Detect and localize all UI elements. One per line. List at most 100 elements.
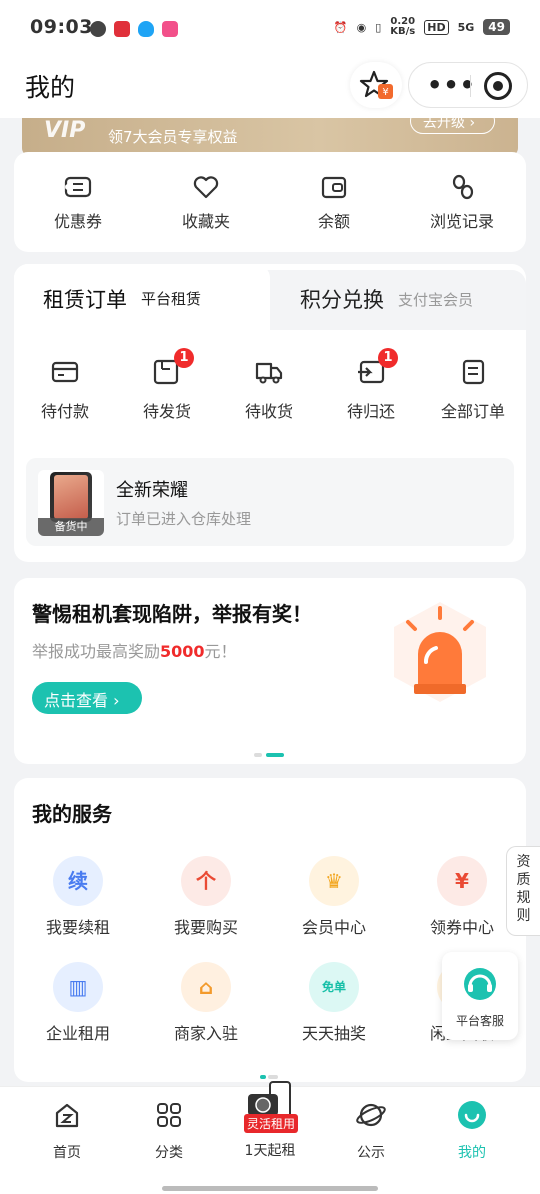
planet-icon bbox=[356, 1103, 386, 1127]
order-status-pending-payment[interactable]: 待付款 bbox=[14, 356, 116, 422]
favorite-button[interactable]: ¥ bbox=[350, 62, 402, 108]
carousel-indicator bbox=[254, 742, 288, 761]
service-icon: ¥ bbox=[437, 856, 487, 906]
promo-sub-prefix: 举报成功最高奖励 bbox=[32, 642, 161, 661]
qualification-rules-label: 资质规则 bbox=[516, 854, 531, 924]
service-item[interactable]: 续我要续租 bbox=[14, 856, 142, 938]
service-label: 天天抽奖 bbox=[301, 1024, 366, 1043]
tab-points-title: 积分兑换 bbox=[300, 288, 384, 312]
capsule-divider bbox=[470, 75, 471, 97]
service-glyph: 个 bbox=[196, 869, 216, 893]
order-status-pending-return[interactable]: 1 待归还 bbox=[320, 348, 422, 422]
promo-subtitle: 举报成功最高奖励5000元！ bbox=[32, 638, 237, 662]
services-title: 我的服务 bbox=[32, 802, 112, 826]
battery-icon: 49 bbox=[483, 19, 510, 35]
quick-link-favorites[interactable]: 收藏夹 bbox=[142, 172, 270, 232]
promo-amount: 5000 bbox=[160, 642, 205, 661]
mini-app-capsule: ••• bbox=[408, 62, 528, 108]
net-speed-unit: KB/s bbox=[390, 26, 416, 37]
tab-mine[interactable]: 我的 bbox=[422, 1100, 522, 1162]
alarm-icon bbox=[386, 602, 494, 702]
quick-link-balance[interactable]: 余额 bbox=[270, 172, 398, 232]
footprint-icon bbox=[398, 172, 526, 202]
service-label: 企业租用 bbox=[45, 1024, 110, 1043]
home-indicator bbox=[162, 1186, 378, 1191]
customer-service-button[interactable]: 平台客服 bbox=[442, 952, 518, 1040]
signal-icon: 5G bbox=[457, 20, 475, 34]
order-status-label: 待付款 bbox=[40, 402, 89, 421]
service-glyph: 免单 bbox=[321, 980, 346, 994]
heart-icon bbox=[142, 172, 270, 202]
member-banner[interactable]: VIP 领7大会员专享权益 去升级 › bbox=[22, 118, 518, 156]
quick-link-coupon[interactable]: 优惠券 bbox=[14, 172, 142, 232]
product-thumbnail: 备货中 bbox=[38, 470, 104, 536]
order-status-label: 待归还 bbox=[346, 402, 395, 421]
order-status-label: 全部订单 bbox=[440, 402, 505, 421]
upgrade-button[interactable]: 去升级 › bbox=[410, 118, 495, 134]
service-icon: ♛ bbox=[309, 856, 359, 906]
order-badge: 1 bbox=[378, 348, 398, 368]
alarm-icon: ⏰ bbox=[333, 20, 348, 34]
service-item[interactable]: ⌂ 商家入驻 bbox=[142, 962, 270, 1044]
tab-rental-title: 租赁订单 bbox=[43, 288, 127, 312]
phone-screen bbox=[54, 475, 88, 519]
hd-badge: HD bbox=[424, 19, 449, 35]
tab-rental-subtitle: 平台租赁 bbox=[141, 290, 202, 308]
vibrate-icon: ▯ bbox=[375, 20, 382, 34]
promo-card[interactable]: 警惕租机套现陷阱，举报有奖！ 举报成功最高奖励5000元！ 点击查看 › bbox=[14, 578, 526, 764]
card-icon bbox=[14, 356, 116, 388]
order-status-pending-shipment[interactable]: 1 待发货 bbox=[116, 348, 218, 422]
order-status-text: 订单已进入仓库处理 bbox=[116, 510, 252, 528]
truck-icon bbox=[218, 356, 320, 388]
list-icon bbox=[422, 356, 524, 388]
more-icon[interactable]: ••• bbox=[427, 71, 476, 99]
service-glyph: ¥ bbox=[455, 869, 469, 893]
tab-label: 我的 bbox=[458, 1145, 486, 1161]
message-icon bbox=[90, 21, 106, 37]
service-icon: 续 bbox=[53, 856, 103, 906]
order-badge: 1 bbox=[174, 348, 194, 368]
tab-flexible-rent[interactable]: 灵活租用 1天起租 bbox=[220, 1080, 320, 1160]
close-miniapp-icon[interactable] bbox=[484, 72, 512, 100]
return-icon: 1 bbox=[320, 348, 422, 388]
svg-text:¥: ¥ bbox=[382, 87, 388, 98]
tab-public[interactable]: 公示 bbox=[321, 1100, 421, 1162]
box-icon: 1 bbox=[116, 348, 218, 388]
service-label: 会员中心 bbox=[301, 918, 366, 937]
qq-icon bbox=[138, 21, 154, 37]
quick-link-history[interactable]: 浏览记录 bbox=[398, 172, 526, 232]
service-icon: 个 bbox=[181, 856, 231, 906]
grid-icon bbox=[157, 1103, 181, 1127]
tab-label: 1天起租 bbox=[244, 1143, 296, 1159]
star-icon: ¥ bbox=[359, 70, 393, 99]
service-icon: ⌂ bbox=[181, 962, 231, 1012]
order-status-pending-receipt[interactable]: 待收货 bbox=[218, 356, 320, 422]
status-bar: 09:03 ⏰ ◉ ▯ 0.20 KB/s HD 5G 49 bbox=[0, 0, 540, 56]
promo-title: 警惕租机套现陷阱，举报有奖！ bbox=[32, 602, 312, 626]
order-status-all[interactable]: 全部订单 bbox=[422, 356, 524, 422]
latest-order[interactable]: 备货中 全新荣耀 订单已进入仓库处理 bbox=[26, 458, 514, 546]
tab-category[interactable]: 分类 bbox=[119, 1100, 219, 1162]
service-item[interactable]: ▥ 企业租用 bbox=[14, 962, 142, 1044]
order-tag: 备货中 bbox=[38, 518, 104, 536]
vip-logo: VIP bbox=[44, 118, 86, 143]
quick-link-label: 收藏夹 bbox=[181, 212, 230, 231]
order-status-label: 待收货 bbox=[244, 402, 293, 421]
service-item[interactable]: ♛ 会员中心 bbox=[270, 856, 398, 938]
tab-home[interactable]: 首页 bbox=[17, 1100, 117, 1162]
quick-links: 优惠券 收藏夹 余额 浏览记录 bbox=[14, 152, 526, 252]
promo-view-button[interactable]: 点击查看 › bbox=[32, 682, 142, 714]
app-icon bbox=[162, 21, 178, 37]
notification-icons bbox=[90, 20, 178, 38]
order-status-label: 待发货 bbox=[142, 402, 191, 421]
qualification-rules-tab[interactable]: 资质规则 bbox=[506, 846, 540, 936]
tab-label: 分类 bbox=[155, 1145, 183, 1161]
service-label: 我要续租 bbox=[45, 918, 110, 937]
headset-icon bbox=[460, 964, 500, 1008]
quick-link-label: 余额 bbox=[317, 212, 350, 231]
service-glyph: 续 bbox=[68, 869, 88, 893]
service-label: 商家入驻 bbox=[173, 1024, 238, 1043]
service-item[interactable]: 个我要购买 bbox=[142, 856, 270, 938]
service-item[interactable]: 免单 天天抽奖 bbox=[270, 962, 398, 1044]
promo-sub-suffix: 元！ bbox=[204, 642, 237, 661]
